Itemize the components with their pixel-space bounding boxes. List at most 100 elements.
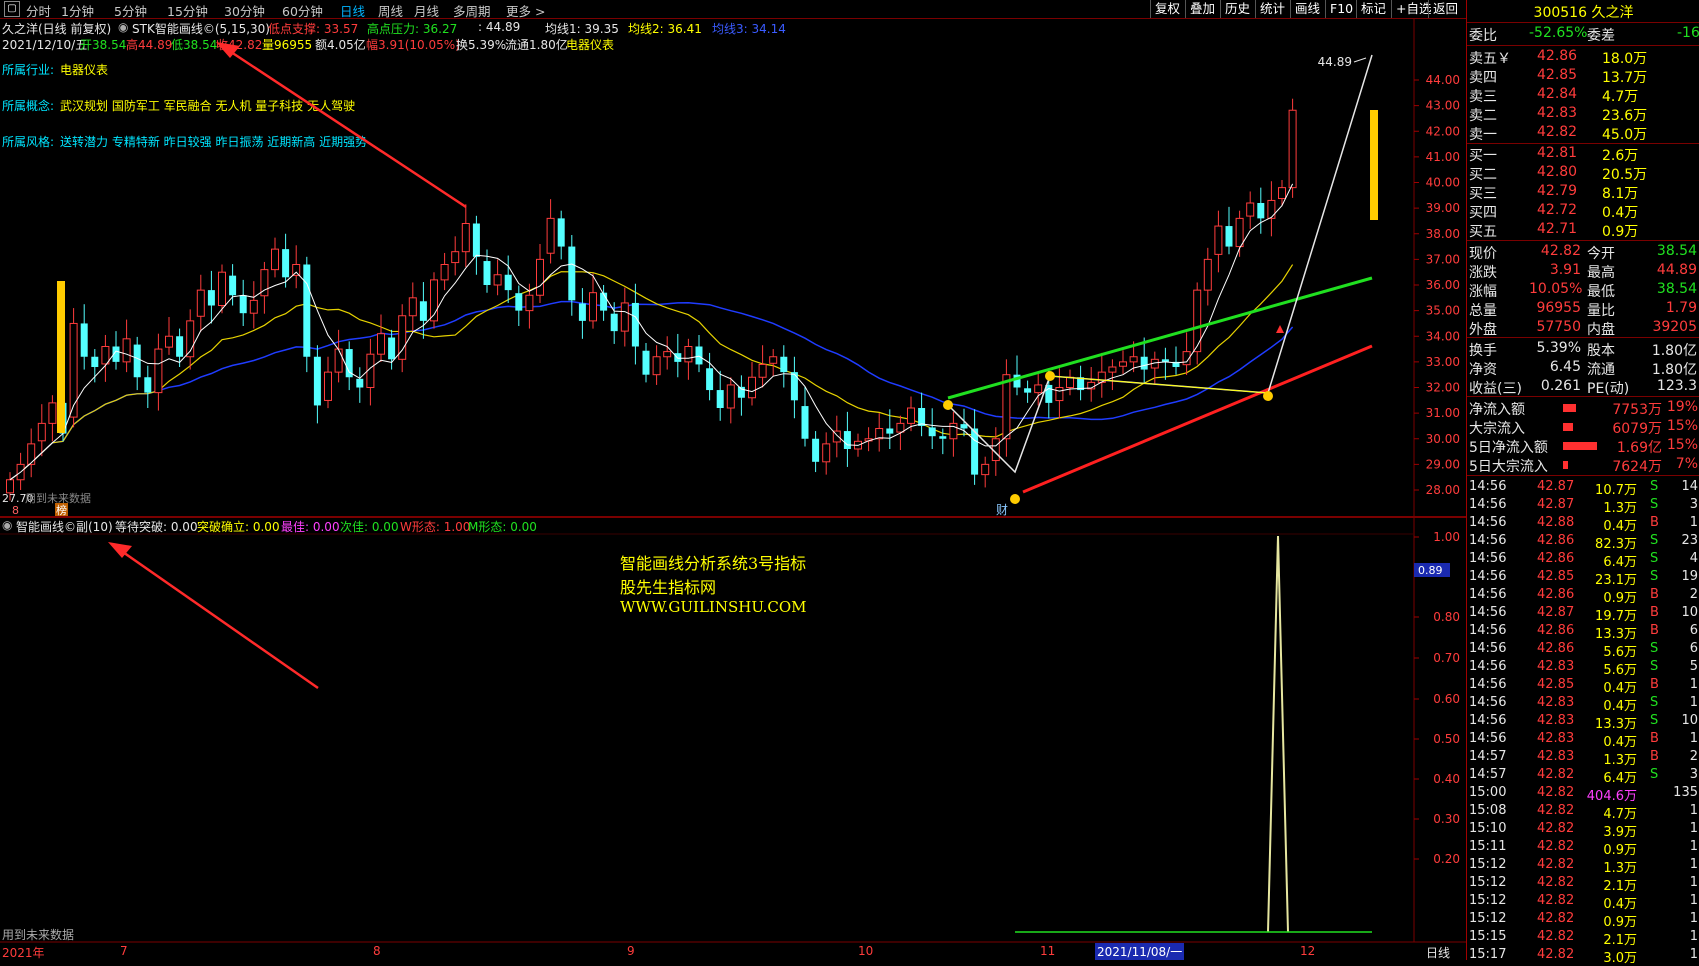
tick-volume: 3.0万 <box>1603 951 1637 966</box>
stat-label: 流通 <box>1587 362 1615 378</box>
tick-time: 14:56 <box>1469 479 1507 494</box>
quote-row: 涨幅 10.05% 最低 38.54 <box>1467 281 1699 300</box>
ask-price: 42.86 <box>1537 48 1578 64</box>
bid-label: 买四 <box>1469 205 1497 221</box>
candle <box>1172 346 1180 375</box>
candle <box>472 215 480 275</box>
candle <box>292 245 301 289</box>
flow-row: 5日大宗流入 7624万 7% <box>1467 456 1699 475</box>
tick-price: 42.82 <box>1537 929 1575 944</box>
tick-price: 42.86 <box>1537 587 1575 602</box>
tick-time: 14:56 <box>1469 551 1507 566</box>
tick-volume: 0.4万 <box>1603 519 1637 534</box>
candle <box>1087 367 1096 402</box>
sub-tick-label: 0.60 <box>1433 692 1460 706</box>
candle <box>165 317 173 355</box>
watermark-line1: 智能画线分析系统3号指标 <box>620 554 807 573</box>
tick-volume: 404.6万 <box>1586 789 1637 804</box>
candle <box>726 377 735 424</box>
candle <box>133 336 141 391</box>
tick-row: 14:57 42.82 6.4万 S 3 <box>1467 767 1699 786</box>
main-future-data: 用到未来数据 <box>25 491 91 505</box>
candle <box>1161 347 1169 380</box>
candle <box>356 367 364 403</box>
tick-price: 42.83 <box>1537 713 1575 728</box>
tick-count: 1 <box>1689 929 1698 944</box>
sub-toggle-icon[interactable]: ◉ <box>2 518 12 532</box>
tick-row: 14:56 42.86 0.9万 B 2 <box>1467 587 1699 606</box>
tick-volume: 0.9万 <box>1603 591 1637 606</box>
tick-side: B <box>1650 605 1659 620</box>
stat-value: 123.3 <box>1656 378 1697 394</box>
tick-row: 14:56 42.88 0.4万 B 1 <box>1467 515 1699 534</box>
flow-label: 大宗流入 <box>1469 421 1525 437</box>
tick-volume: 0.4万 <box>1603 699 1637 714</box>
candle <box>366 338 375 406</box>
candle <box>918 392 926 437</box>
tick-count: 1 <box>1689 839 1698 854</box>
candle <box>461 204 470 268</box>
ask-price: 42.83 <box>1537 105 1578 121</box>
xaxis-mode[interactable]: 日线 <box>1426 944 1450 961</box>
tick-time: 14:56 <box>1469 497 1507 512</box>
candle <box>546 199 555 264</box>
tick-row: 15:17 42.82 3.0万 1 <box>1467 947 1699 966</box>
candle <box>16 452 25 490</box>
candle <box>122 319 131 373</box>
xaxis-year: 2021年 <box>2 946 45 960</box>
candle <box>706 352 714 401</box>
tick-row: 14:56 42.83 13.3万 S 10 <box>1467 713 1699 732</box>
tick-volume: 5.6万 <box>1603 645 1637 660</box>
sub-tick-label: 0.50 <box>1433 732 1460 746</box>
flow-bar <box>1563 423 1573 431</box>
candle <box>112 331 120 370</box>
tick-count: 10 <box>1681 605 1698 620</box>
flow-value: 7753万 <box>1612 402 1662 418</box>
sub-axis: 1.00 0.80 0.70 0.60 0.50 0.40 0.30 0.20 <box>1414 530 1460 866</box>
ask-label: 卖三 <box>1469 89 1497 105</box>
price-tick-label: 36.00 <box>1426 278 1460 292</box>
tick-side: B <box>1650 515 1659 530</box>
flow-row: 5日净流入额 1.69亿 15% <box>1467 437 1699 456</box>
price-tick-label: 39.00 <box>1426 201 1460 215</box>
candle <box>451 236 460 276</box>
tick-time: 15:11 <box>1469 839 1507 854</box>
stat-label: 收益(三) <box>1469 381 1522 397</box>
marker-cai: 财 <box>996 503 1008 517</box>
tick-side: B <box>1650 731 1659 746</box>
candle <box>981 456 990 488</box>
tick-count: 19 <box>1681 569 1698 584</box>
tick-time: 15:12 <box>1469 893 1507 908</box>
tick-side: S <box>1650 533 1659 548</box>
tick-row: 14:56 42.85 23.1万 S 19 <box>1467 569 1699 588</box>
bid-row: 买四 42.72 0.4万 <box>1467 202 1699 221</box>
tick-volume: 0.9万 <box>1603 915 1637 930</box>
pattern-line <box>947 54 1373 474</box>
tick-count: 1 <box>1689 875 1698 890</box>
quote-value: 38.54 <box>1656 243 1697 259</box>
flow-row: 大宗流入 6079万 15% <box>1467 418 1699 437</box>
sub-indicator-name[interactable]: 智能画线©副(10) <box>16 518 113 535</box>
candle <box>557 210 565 260</box>
tick-price: 42.82 <box>1537 857 1575 872</box>
pattern-dot <box>943 400 953 410</box>
tick-volume: 1.3万 <box>1603 753 1637 768</box>
sub-param-m: M形态: 0.00 <box>468 520 537 534</box>
tick-volume: 3.9万 <box>1603 825 1637 840</box>
price-tick-label: 44.00 <box>1426 73 1460 87</box>
ask-row: 卖一 42.82 45.0万 <box>1467 124 1699 143</box>
tick-row: 15:12 42.82 1.3万 1 <box>1467 857 1699 876</box>
tick-price: 42.87 <box>1537 497 1575 512</box>
tick-volume: 82.3万 <box>1595 537 1637 552</box>
stat-row: 净资 6.45 流通 1.80亿 <box>1467 359 1699 378</box>
kline-chart[interactable]: 44.00 43.00 42.00 41.00 40.00 39.00 38.00 37.00… <box>0 0 1466 960</box>
weibi-value: -52.65% <box>1529 25 1588 41</box>
resistance-line <box>947 276 1373 400</box>
stat-row: 换手 5.39% 股本 1.80亿 <box>1467 340 1699 359</box>
quote-value: 3.91 <box>1549 262 1581 278</box>
tick-row: 15:10 42.82 3.9万 1 <box>1467 821 1699 840</box>
flow-bar <box>1563 461 1568 469</box>
stat-label: 股本 <box>1587 343 1615 359</box>
price-axis: 44.00 43.00 42.00 41.00 40.00 39.00 38.00 37.00… <box>1414 73 1460 497</box>
xaxis-sep: 9 <box>627 944 635 958</box>
